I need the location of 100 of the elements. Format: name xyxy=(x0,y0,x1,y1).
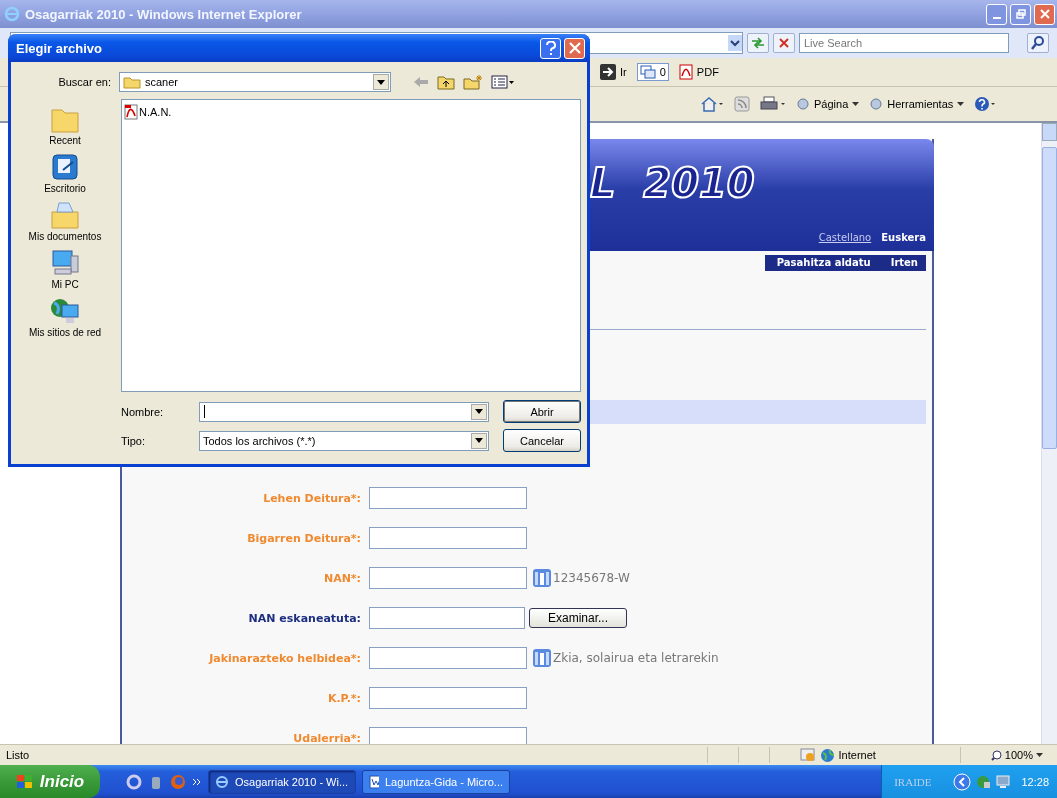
zoom-button[interactable]: 100% xyxy=(990,749,1043,761)
open-button[interactable]: Abrir xyxy=(503,400,581,423)
text-field[interactable] xyxy=(369,647,527,669)
search-button[interactable] xyxy=(1027,33,1049,53)
text-field[interactable] xyxy=(369,727,527,744)
menu-link[interactable]: Irten xyxy=(890,257,918,268)
text-field[interactable] xyxy=(369,567,527,589)
cancel-button[interactable]: Cancelar xyxy=(503,429,581,452)
file-name-label: Nombre: xyxy=(121,405,165,418)
back-circle-icon[interactable] xyxy=(953,772,972,791)
security-zone-text: Internet xyxy=(838,749,876,761)
home-icon xyxy=(700,96,724,112)
taskbar-task[interactable]: Laguntza-Gida - Micro... xyxy=(362,769,510,794)
file-item[interactable]: N.A.N. xyxy=(124,104,172,120)
field-label: K.P.*: xyxy=(326,691,362,705)
stop-icon xyxy=(778,37,790,49)
window-title: Osagarriak 2010 - Windows Internet Explorer xyxy=(25,6,302,22)
pdf-icon xyxy=(678,64,693,80)
menu-button[interactable]: Página xyxy=(796,97,860,111)
folder-icon xyxy=(123,75,141,89)
windows-flag-icon xyxy=(15,773,34,790)
file-type-dropdown[interactable]: Todos los archivos (*.*) xyxy=(199,430,489,451)
desktop-icon xyxy=(49,152,81,182)
user-name: IRAIDE xyxy=(894,775,932,788)
menu-button[interactable]: Herramientas xyxy=(869,97,965,111)
minimize-icon xyxy=(992,17,1001,19)
view-menu-icon[interactable] xyxy=(491,75,515,89)
vertical-scrollbar[interactable] xyxy=(1041,123,1057,744)
caret-icon xyxy=(1036,753,1043,757)
browser-icon xyxy=(215,774,229,789)
text-field[interactable] xyxy=(369,527,527,549)
chevron-icon[interactable] xyxy=(192,776,202,787)
language-link[interactable]: Euskera xyxy=(881,232,926,243)
close-icon xyxy=(568,42,581,54)
restore-icon xyxy=(1015,9,1026,19)
globe-icon xyxy=(819,747,835,763)
help-button[interactable] xyxy=(540,37,561,59)
print-button[interactable] xyxy=(760,96,786,112)
clock: 12:28 xyxy=(1021,775,1049,788)
file-type-label: Tipo: xyxy=(121,434,147,447)
help-icon xyxy=(544,41,557,55)
dropdown-icon xyxy=(728,35,742,51)
field-hint: 12345678-W xyxy=(553,571,630,585)
printer-icon xyxy=(760,96,786,112)
place-shortcut[interactable]: Mis sitios de red xyxy=(28,296,102,338)
caret-icon xyxy=(852,102,860,106)
feeds-button[interactable] xyxy=(734,96,750,112)
monitor-tray-icon[interactable] xyxy=(995,773,1012,790)
search-icon xyxy=(1031,36,1045,50)
field-label: Udalerria*: xyxy=(292,731,362,744)
feed-icon xyxy=(734,96,750,112)
back-arrow-icon[interactable] xyxy=(413,76,429,88)
stop-button[interactable] xyxy=(773,33,795,53)
language-link[interactable]: Castellano xyxy=(818,232,872,243)
search-field[interactable]: Live Search xyxy=(799,33,1009,53)
file-name-field[interactable] xyxy=(199,401,489,422)
place-shortcut[interactable]: Escritorio xyxy=(44,152,86,194)
magnifier-icon xyxy=(990,749,1002,761)
document-icon xyxy=(369,774,379,789)
place-shortcut[interactable]: Recent xyxy=(49,104,81,146)
field-label: Bigarren Deitura*: xyxy=(246,531,362,545)
close-icon xyxy=(1039,9,1050,19)
start-button[interactable]: Inicio xyxy=(0,765,100,798)
field-label: Lehen Deitura*: xyxy=(262,491,362,505)
minimize-button[interactable] xyxy=(986,3,1007,25)
status-text: Listo xyxy=(6,749,30,761)
text-field[interactable] xyxy=(369,687,527,709)
refresh-arrows-icon xyxy=(751,37,765,49)
restore-button[interactable] xyxy=(1010,3,1031,25)
taskbar-task[interactable]: Osagarriak 2010 - Wi... xyxy=(208,769,356,794)
windows-counter-button[interactable]: 0 xyxy=(636,63,669,81)
look-in-dropdown[interactable]: scaner xyxy=(119,72,391,92)
close-button[interactable] xyxy=(564,37,585,59)
field-label: Jakinarazteko helbidea*: xyxy=(207,651,362,665)
network-globe-icon xyxy=(49,296,81,326)
browser-launch-icon[interactable] xyxy=(126,773,142,790)
field-hint: Zkia, solairua eta letrarekin xyxy=(553,651,719,665)
arrow-icon xyxy=(600,64,616,80)
file-path-field[interactable] xyxy=(369,607,525,629)
refresh-button[interactable] xyxy=(747,33,769,53)
go-button[interactable]: Ir xyxy=(598,63,629,81)
computer-icon xyxy=(49,248,81,278)
new-folder-icon[interactable] xyxy=(463,74,483,90)
caret-icon xyxy=(957,102,965,106)
home-button[interactable] xyxy=(700,96,724,112)
close-button[interactable] xyxy=(1034,3,1055,25)
site-title: L 2010 xyxy=(589,159,756,203)
pdf-file-icon xyxy=(124,104,138,120)
place-shortcut[interactable]: Mi PC xyxy=(49,248,81,290)
place-shortcut[interactable]: Mis documentos xyxy=(28,200,102,242)
pdf-button[interactable]: PDF xyxy=(676,63,721,81)
browse-button[interactable]: Examinar... xyxy=(529,608,627,628)
look-in-label: Buscar en: xyxy=(57,76,111,88)
info-icon xyxy=(533,569,551,587)
menu-link[interactable]: Pasahitza aldatu xyxy=(776,257,871,268)
field-label: NAN eskaneatuta: xyxy=(247,611,362,625)
folder-up-icon[interactable] xyxy=(437,74,455,90)
text-field[interactable] xyxy=(369,487,527,509)
documents-folder-icon xyxy=(49,200,81,230)
dialog-title: Elegir archivo xyxy=(16,40,102,56)
